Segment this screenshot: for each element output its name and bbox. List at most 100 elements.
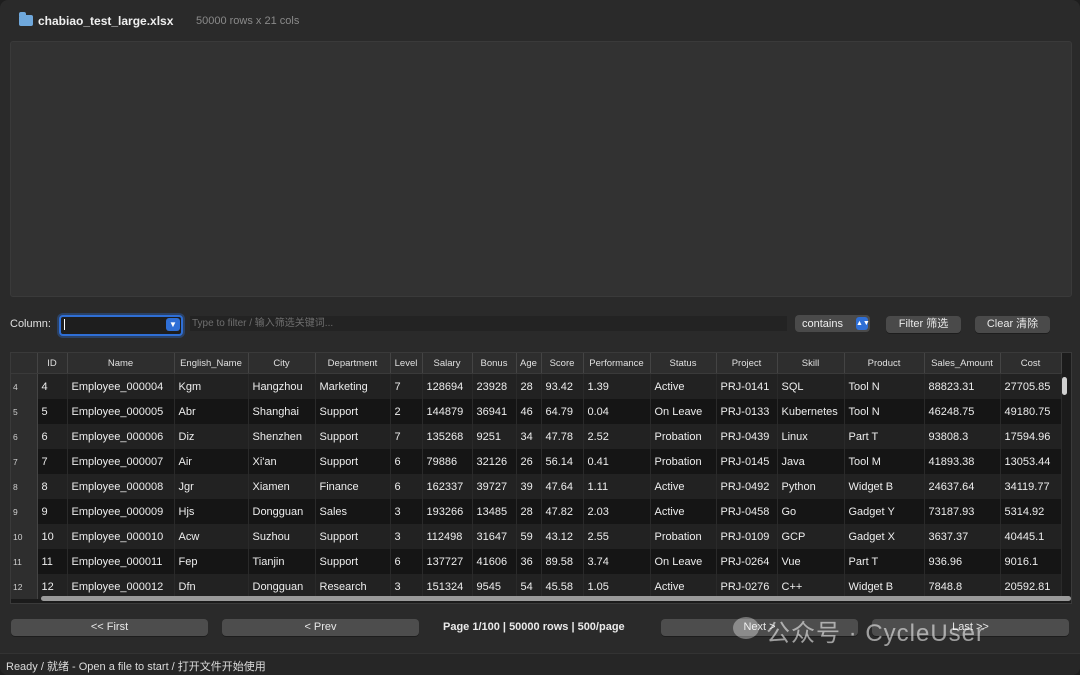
data-table[interactable]: ID Name English_Name City Department Level Sal… [10,352,1072,604]
table-cell[interactable]: 936.96 [924,549,1001,574]
table-cell[interactable]: 39727 [472,474,517,499]
table-row[interactable]: 6 6 Employee_000006 Diz Shenzhen Support 7 1352… [11,424,1062,449]
table-cell[interactable]: 144879 [422,399,473,424]
table-cell[interactable]: 9251 [472,424,517,449]
table-cell[interactable]: 6 [390,549,423,574]
table-cell[interactable]: 0.04 [583,399,651,424]
table-cell[interactable]: Probation [650,424,717,449]
table-cell[interactable]: Part T [844,424,925,449]
clear-button[interactable]: Clear 清除 [975,316,1050,333]
table-cell[interactable]: Air [174,449,249,474]
table-cell[interactable]: 2.55 [583,524,651,549]
table-cell[interactable]: Support [315,549,391,574]
table-cell[interactable]: Sales [315,499,391,524]
column-header[interactable]: Salary [422,353,473,374]
column-header[interactable]: Project [716,353,778,374]
table-cell[interactable]: Shanghai [248,399,316,424]
table-cell[interactable]: Part T [844,549,925,574]
table-cell[interactable]: 8 [37,474,68,499]
table-cell[interactable]: 5314.92 [1000,499,1062,524]
table-cell[interactable]: Employee_000004 [67,373,175,399]
table-row[interactable]: 11 11 Employee_000011 Fep Tianjin Support 6 137… [11,549,1062,574]
table-cell[interactable]: Hangzhou [248,373,316,399]
table-cell[interactable]: 13485 [472,499,517,524]
table-cell[interactable]: 93808.3 [924,424,1001,449]
table-cell[interactable]: 7 [37,449,68,474]
table-cell[interactable]: 3 [390,499,423,524]
table-row[interactable]: 10 10 Employee_000010 Acw Suzhou Support 3 1124… [11,524,1062,549]
table-row[interactable]: 7 7 Employee_000007 Air Xi'an Support 6 79886 32… [11,449,1062,474]
table-cell[interactable]: 4 [37,373,68,399]
table-cell[interactable]: Tool N [844,399,925,424]
column-select[interactable]: ▼ [59,315,183,336]
column-header[interactable]: English_Name [174,353,249,374]
table-row[interactable]: 4 4 Employee_000004 Kgm Hangzhou Marketing 7 12… [11,373,1062,399]
table-cell[interactable]: 40445.1 [1000,524,1062,549]
table-cell[interactable]: 2.52 [583,424,651,449]
table-cell[interactable]: 10 [37,524,68,549]
column-header[interactable]: Product [844,353,925,374]
table-cell[interactable]: Probation [650,524,717,549]
table-cell[interactable]: PRJ-0458 [716,499,778,524]
column-header[interactable]: Level [390,353,423,374]
table-cell[interactable]: 26 [516,449,542,474]
table-cell[interactable]: Xiamen [248,474,316,499]
table-cell[interactable]: Tool N [844,373,925,399]
column-header[interactable]: Bonus [472,353,517,374]
table-cell[interactable]: Support [315,424,391,449]
table-cell[interactable]: Dongguan [248,499,316,524]
table-cell[interactable]: GCP [777,524,845,549]
table-cell[interactable]: 59 [516,524,542,549]
filter-input[interactable] [190,316,787,331]
table-cell[interactable]: 7 [390,373,423,399]
table-cell[interactable]: 46248.75 [924,399,1001,424]
table-cell[interactable]: Gadget X [844,524,925,549]
table-cell[interactable]: Employee_000009 [67,499,175,524]
table-cell[interactable]: Kubernetes [777,399,845,424]
table-cell[interactable]: 13053.44 [1000,449,1062,474]
match-mode-select[interactable]: contains ▲▼ [795,315,870,332]
table-row[interactable]: 8 8 Employee_000008 Jgr Xiamen Finance 6 162337… [11,474,1062,499]
table-cell[interactable]: 27705.85 [1000,373,1062,399]
table-cell[interactable]: 47.78 [541,424,584,449]
table-cell[interactable]: 11 [37,549,68,574]
table-cell[interactable]: Acw [174,524,249,549]
table-cell[interactable]: Kgm [174,373,249,399]
table-cell[interactable]: 6 [37,424,68,449]
table-cell[interactable]: Jgr [174,474,249,499]
table-cell[interactable]: Fep [174,549,249,574]
table-cell[interactable]: 56.14 [541,449,584,474]
table-cell[interactable]: Shenzhen [248,424,316,449]
table-cell[interactable]: PRJ-0109 [716,524,778,549]
table-cell[interactable]: Support [315,399,391,424]
table-cell[interactable]: 3.74 [583,549,651,574]
table-cell[interactable]: Python [777,474,845,499]
table-cell[interactable]: Active [650,499,717,524]
table-cell[interactable]: 28 [516,499,542,524]
table-cell[interactable]: Vue [777,549,845,574]
table-cell[interactable]: 34 [516,424,542,449]
column-header[interactable]: City [248,353,316,374]
table-cell[interactable]: Linux [777,424,845,449]
table-cell[interactable]: Probation [650,449,717,474]
table-cell[interactable]: Abr [174,399,249,424]
table-cell[interactable]: 24637.64 [924,474,1001,499]
table-cell[interactable]: PRJ-0492 [716,474,778,499]
table-cell[interactable]: 73187.93 [924,499,1001,524]
table-cell[interactable]: 5 [37,399,68,424]
table-cell[interactable]: 6 [390,449,423,474]
table-cell[interactable]: 43.12 [541,524,584,549]
table-cell[interactable]: 41606 [472,549,517,574]
table-cell[interactable]: Support [315,449,391,474]
table-cell[interactable]: 17594.96 [1000,424,1062,449]
table-cell[interactable]: Finance [315,474,391,499]
table-cell[interactable]: PRJ-0133 [716,399,778,424]
table-cell[interactable]: 135268 [422,424,473,449]
table-cell[interactable]: On Leave [650,399,717,424]
table-row[interactable]: 9 9 Employee_000009 Hjs Dongguan Sales 3 193266… [11,499,1062,524]
table-cell[interactable]: 47.82 [541,499,584,524]
table-cell[interactable]: 3637.37 [924,524,1001,549]
table-cell[interactable]: 1.11 [583,474,651,499]
table-cell[interactable]: 1.39 [583,373,651,399]
table-cell[interactable]: 41893.38 [924,449,1001,474]
